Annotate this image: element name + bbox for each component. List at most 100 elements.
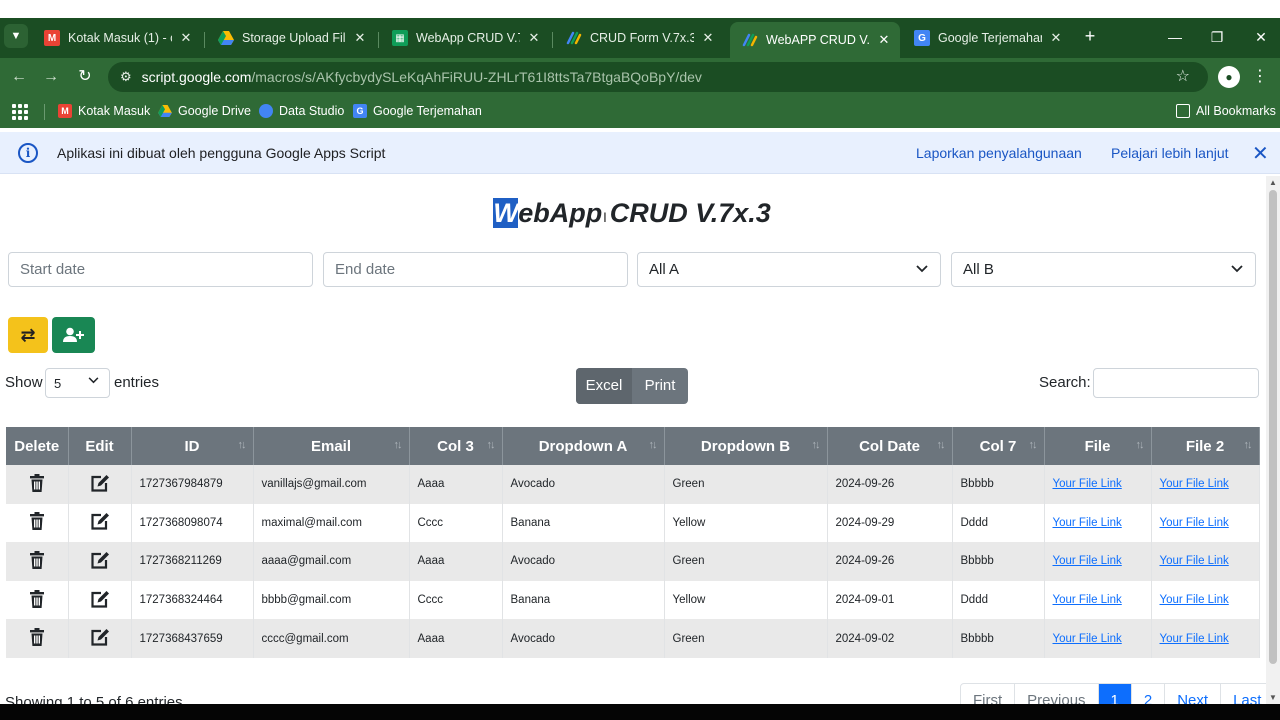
sort-icon: ↑↓ [648, 439, 658, 451]
edit-icon[interactable] [90, 551, 110, 572]
print-button[interactable]: Print [632, 368, 688, 404]
all-bookmarks-button[interactable]: All Bookmarks [1176, 104, 1276, 118]
close-icon[interactable]: ✕ [178, 30, 194, 46]
profile-avatar[interactable]: ● [1218, 66, 1240, 88]
close-icon[interactable]: ✕ [700, 30, 716, 46]
file-cell: Your File Link [1044, 580, 1152, 620]
minimize-icon: — [1168, 29, 1182, 45]
close-icon[interactable]: ✕ [526, 30, 542, 46]
table-header-row: Delete Edit ID ↑↓ Email ↑↓ Col 3 ↑↓ Dropdown A ↑↓… [6, 427, 1260, 465]
trash-icon[interactable] [29, 628, 45, 649]
file-link[interactable]: Your File Link [1053, 517, 1122, 529]
browser-menu-button[interactable]: ⋮ [1252, 66, 1268, 86]
close-icon[interactable]: ✕ [1252, 141, 1269, 166]
file-cell: Your File Link [1044, 619, 1152, 658]
file-link[interactable]: Your File Link [1053, 478, 1122, 490]
url-path: /macros/s/AKfycbydySLeKqAhFiRUU-ZHLrT61I… [251, 69, 702, 85]
trash-icon[interactable] [29, 473, 45, 495]
apps-grid-icon[interactable] [12, 104, 28, 120]
column-header[interactable]: Dropdown B ↑↓ [664, 427, 828, 465]
site-info-icon[interactable]: ⚙ [120, 69, 132, 85]
trash-icon[interactable] [29, 550, 45, 572]
edit-icon[interactable] [90, 474, 110, 495]
edit-icon[interactable] [90, 629, 110, 649]
scrollbar-thumb[interactable] [1269, 190, 1277, 664]
column-header[interactable]: Col 3 ↑↓ [409, 427, 503, 465]
reload-button[interactable]: ↻ [74, 66, 96, 88]
trash-icon[interactable] [29, 512, 45, 533]
trash-icon[interactable] [29, 589, 45, 611]
bookmark-label: Google Drive [178, 104, 251, 118]
tab-title: Storage Upload File - [242, 31, 346, 45]
address-bar[interactable]: ⚙ script.google.com/macros/s/AKfycbydySL… [108, 62, 1208, 92]
close-icon[interactable]: ✕ [876, 32, 892, 48]
column-header[interactable]: Dropdown A ↑↓ [502, 427, 665, 465]
url-host: script.google.com [141, 69, 252, 85]
page-length-select[interactable]: 5 [45, 368, 110, 398]
gmail-icon: M [44, 30, 60, 46]
scroll-up-icon[interactable]: ▲ [1269, 178, 1277, 187]
forward-button[interactable]: → [40, 66, 62, 88]
minimize-button[interactable]: — [1160, 26, 1190, 48]
vertical-scrollbar[interactable]: ▲ ▼ [1266, 176, 1280, 704]
table-cell-col7: Dddd [952, 580, 1045, 620]
bookmark-google-drive[interactable]: Google Drive [158, 104, 251, 118]
tab-gmail[interactable]: M Kotak Masuk (1) - cor ✕ [32, 22, 202, 54]
close-icon[interactable]: ✕ [352, 30, 368, 46]
bookmark-kotak-masuk[interactable]: M Kotak Masuk [58, 104, 150, 118]
add-user-button[interactable] [52, 317, 95, 353]
tab-webapp-crud-active[interactable]: WebAPP CRUD V.7x ✕ [730, 22, 900, 58]
column-header[interactable]: File 2 ↑↓ [1151, 427, 1260, 465]
edit-icon[interactable] [90, 590, 110, 611]
file-link[interactable]: Your File Link [1160, 633, 1229, 645]
restore-button[interactable]: ❐ [1202, 26, 1232, 48]
tab-title: WebAPP CRUD V.7x [766, 33, 870, 47]
dropdown-a-filter[interactable]: All A [637, 252, 941, 287]
file-link[interactable]: Your File Link [1160, 478, 1229, 490]
delete-cell [6, 619, 69, 658]
tab-google-translate[interactable]: G Google Terjemahan ✕ [902, 22, 1072, 54]
refresh-button[interactable]: ⇄ [8, 317, 48, 353]
close-window-button[interactable]: ✕ [1246, 26, 1276, 48]
start-date-input[interactable]: Start date [8, 252, 313, 287]
new-tab-button[interactable]: + [1080, 26, 1100, 46]
column-header[interactable]: Email ↑↓ [253, 427, 410, 465]
file-link[interactable]: Your File Link [1053, 594, 1122, 606]
column-header-label: Delete [14, 437, 60, 455]
scroll-down-icon[interactable]: ▼ [1269, 693, 1277, 702]
file-link[interactable]: Your File Link [1160, 594, 1229, 606]
close-icon[interactable]: ✕ [1048, 30, 1064, 46]
file-link[interactable]: Your File Link [1053, 555, 1122, 567]
end-date-input[interactable]: End date [323, 252, 628, 287]
report-abuse-link[interactable]: Laporkan penyalahgunaan [916, 145, 1082, 161]
bookmark-star-icon[interactable]: ☆ [1176, 66, 1190, 86]
tab-webapp-sheet[interactable]: ▦ WebApp CRUD V.7x.3 ✕ [380, 22, 550, 54]
edit-icon[interactable] [90, 513, 110, 533]
table-cell-dda: Banana [502, 503, 665, 543]
bookmark-data-studio[interactable]: Data Studio [259, 104, 344, 118]
column-header[interactable]: ID ↑↓ [131, 427, 254, 465]
column-header[interactable]: File ↑↓ [1044, 427, 1152, 465]
tab-separator [204, 32, 205, 48]
tab-title: WebApp CRUD V.7x.3 [416, 31, 520, 45]
back-button[interactable]: ← [8, 66, 30, 88]
file-link[interactable]: Your File Link [1160, 517, 1229, 529]
dropdown-a-value: All A [649, 261, 680, 278]
search-input[interactable] [1093, 368, 1259, 398]
plus-icon: + [1084, 26, 1096, 46]
column-header-label: Email [310, 437, 352, 455]
table-cell-email: cccc@gmail.com [253, 619, 410, 658]
excel-button[interactable]: Excel [576, 368, 632, 404]
learn-more-link[interactable]: Pelajari lebih lanjut [1111, 145, 1229, 161]
bookmark-google-translate[interactable]: G Google Terjemahan [353, 104, 482, 118]
tab-storage-upload[interactable]: Storage Upload File - ✕ [206, 22, 376, 54]
column-header[interactable]: Col Date ↑↓ [827, 427, 953, 465]
data-table: Delete Edit ID ↑↓ Email ↑↓ Col 3 ↑↓ Dropdown A ↑↓… [6, 427, 1260, 658]
tab-crud-form[interactable]: CRUD Form V.7x.3 - E ✕ [554, 22, 724, 54]
file-link[interactable]: Your File Link [1160, 555, 1229, 567]
dropdown-b-filter[interactable]: All B [951, 252, 1256, 287]
os-taskbar [0, 704, 1280, 720]
tab-search-button[interactable]: ▼ [4, 24, 28, 48]
file-link[interactable]: Your File Link [1053, 633, 1122, 645]
column-header[interactable]: Col 7 ↑↓ [952, 427, 1045, 465]
